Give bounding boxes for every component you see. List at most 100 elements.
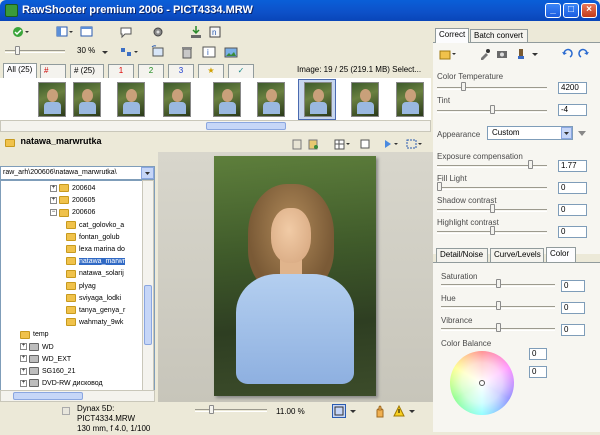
color-balance-handle[interactable] xyxy=(479,380,485,386)
expand-toggle-icon[interactable]: + xyxy=(50,196,57,204)
color-temperature-value[interactable]: 4200 xyxy=(558,82,587,94)
maximize-button[interactable]: □ xyxy=(563,3,579,18)
thumbnail[interactable] xyxy=(117,82,145,117)
tree-item[interactable]: sviyaga_lodki xyxy=(66,293,121,304)
camera-settings-button[interactable] xyxy=(495,46,509,62)
tree-item[interactable]: + SG160_21 xyxy=(20,366,75,377)
delete-button[interactable] xyxy=(178,44,196,60)
appearance-menu-button[interactable] xyxy=(577,128,587,138)
tab-curve-levels[interactable]: Curve/Levels xyxy=(490,248,544,262)
single-view-button[interactable] xyxy=(79,24,95,40)
exposure-value[interactable]: 1.77 xyxy=(558,160,587,172)
tree-item[interactable]: + DVD-RW дисковод xyxy=(20,378,103,389)
tab-correct[interactable]: Correct xyxy=(435,28,469,43)
scrollbar-thumb[interactable] xyxy=(144,285,152,345)
tree-item[interactable]: temp xyxy=(20,329,49,340)
presets-button[interactable] xyxy=(437,46,457,62)
vibrance-value[interactable]: 0 xyxy=(561,324,585,336)
tree-item[interactable]: wahmaty_9wk xyxy=(66,317,123,328)
selection-button[interactable] xyxy=(404,136,424,152)
tree-item[interactable]: plyag xyxy=(66,281,96,292)
expand-toggle-icon[interactable]: + xyxy=(50,184,57,192)
expand-toggle-icon[interactable]: + xyxy=(20,343,27,351)
scrollbar-thumb[interactable] xyxy=(206,122,286,130)
slider-knob[interactable] xyxy=(528,160,533,169)
shadow-contrast-value[interactable]: 0 xyxy=(558,204,587,216)
expand-toggle-icon[interactable]: + xyxy=(20,367,27,375)
tint-value[interactable]: -4 xyxy=(558,104,587,116)
download-button[interactable] xyxy=(188,24,204,40)
color-balance-b-value[interactable]: 0 xyxy=(529,366,547,378)
scrollbar-thumb[interactable] xyxy=(13,392,83,400)
slider-knob[interactable] xyxy=(496,323,501,332)
rating-box[interactable] xyxy=(62,407,70,415)
thumbnail[interactable] xyxy=(38,82,66,117)
tree-item[interactable]: natawa_marwr xyxy=(66,256,125,267)
folder-path-combo[interactable]: raw_arh\200606\natawa_marwrutka\ xyxy=(0,166,155,180)
tree-item[interactable]: + WD xyxy=(20,342,54,353)
fill-light-value[interactable]: 0 xyxy=(558,182,587,194)
zoom-menu-button[interactable] xyxy=(349,406,357,416)
warning-button[interactable] xyxy=(393,404,405,418)
filter-1[interactable]: 1 xyxy=(108,64,134,78)
tab-detail-noise[interactable]: Detail/Noise xyxy=(436,248,488,262)
tree-item[interactable]: lexa marina do xyxy=(66,244,125,255)
copy-settings-button[interactable] xyxy=(290,136,304,152)
settings-button[interactable] xyxy=(150,24,166,40)
filter-check[interactable]: ✓ xyxy=(228,64,254,78)
photo-preview[interactable] xyxy=(214,156,376,396)
eyedropper-button[interactable] xyxy=(477,46,491,62)
filmstrip-scrollbar[interactable] xyxy=(0,120,431,132)
tab-color[interactable]: Color xyxy=(546,247,576,262)
zoom-dropdown[interactable] xyxy=(101,47,109,57)
filter-all[interactable]: All (25) xyxy=(3,63,37,78)
thumbnail[interactable] xyxy=(351,82,379,117)
slider-knob[interactable] xyxy=(461,82,466,91)
color-balance-wheel[interactable] xyxy=(450,351,514,415)
expand-toggle-icon[interactable]: + xyxy=(20,355,27,363)
image-button[interactable] xyxy=(222,44,240,60)
tree-item[interactable]: +200604 xyxy=(50,183,95,194)
filter-3[interactable]: 3 xyxy=(168,64,194,78)
thumbnail[interactable] xyxy=(396,82,424,117)
tab-batch-convert[interactable]: Batch convert xyxy=(470,29,528,43)
zoom-slider[interactable] xyxy=(195,405,267,417)
tree-item[interactable]: cat_golovko_a xyxy=(66,220,124,231)
slider-knob[interactable] xyxy=(490,105,495,114)
fill-light-slider[interactable] xyxy=(437,187,547,190)
expand-toggle-icon[interactable]: + xyxy=(20,379,27,387)
tree-item[interactable]: natawa_solarij xyxy=(66,268,124,279)
fullscreen-button[interactable] xyxy=(358,136,372,152)
thumbnail[interactable] xyxy=(213,82,241,117)
slider-knob[interactable] xyxy=(490,204,495,213)
filter-rejected[interactable]: # xyxy=(40,64,66,78)
filter-unrated[interactable]: # (25) xyxy=(70,64,104,78)
tree-item[interactable]: fontan_golub xyxy=(66,232,119,243)
thumbnail[interactable] xyxy=(163,82,191,117)
layout-button[interactable] xyxy=(55,24,75,40)
tree-item[interactable]: + WD_EXT xyxy=(20,354,71,365)
comment-button[interactable] xyxy=(118,24,134,40)
thumbnail[interactable] xyxy=(257,82,285,117)
tree-item[interactable]: +200605 xyxy=(50,195,95,206)
path-dropdown-button[interactable] xyxy=(141,167,154,179)
close-button[interactable]: × xyxy=(581,3,597,18)
grid-button[interactable] xyxy=(332,136,352,152)
mark-button[interactable] xyxy=(380,136,400,152)
warning-menu-button[interactable] xyxy=(408,406,416,416)
thumb-size-slider[interactable] xyxy=(5,46,65,58)
filter-star[interactable]: ★ xyxy=(198,64,224,78)
undo-button[interactable] xyxy=(560,46,574,62)
highlight-contrast-value[interactable]: 0 xyxy=(558,226,587,238)
rotate-left-button[interactable] xyxy=(148,44,168,60)
color-temperature-slider[interactable] xyxy=(437,87,547,90)
tool-button[interactable] xyxy=(515,46,527,62)
color-menu-button[interactable] xyxy=(529,46,541,62)
thumbnail[interactable] xyxy=(73,82,101,117)
sort-button[interactable] xyxy=(117,44,141,60)
slider-knob[interactable] xyxy=(496,279,501,288)
thumbnail-selected[interactable] xyxy=(304,82,332,117)
tree-item[interactable]: tanya_genya_r xyxy=(66,305,125,316)
color-balance-a-value[interactable]: 0 xyxy=(529,348,547,360)
appearance-dropdown-button[interactable] xyxy=(561,127,572,139)
